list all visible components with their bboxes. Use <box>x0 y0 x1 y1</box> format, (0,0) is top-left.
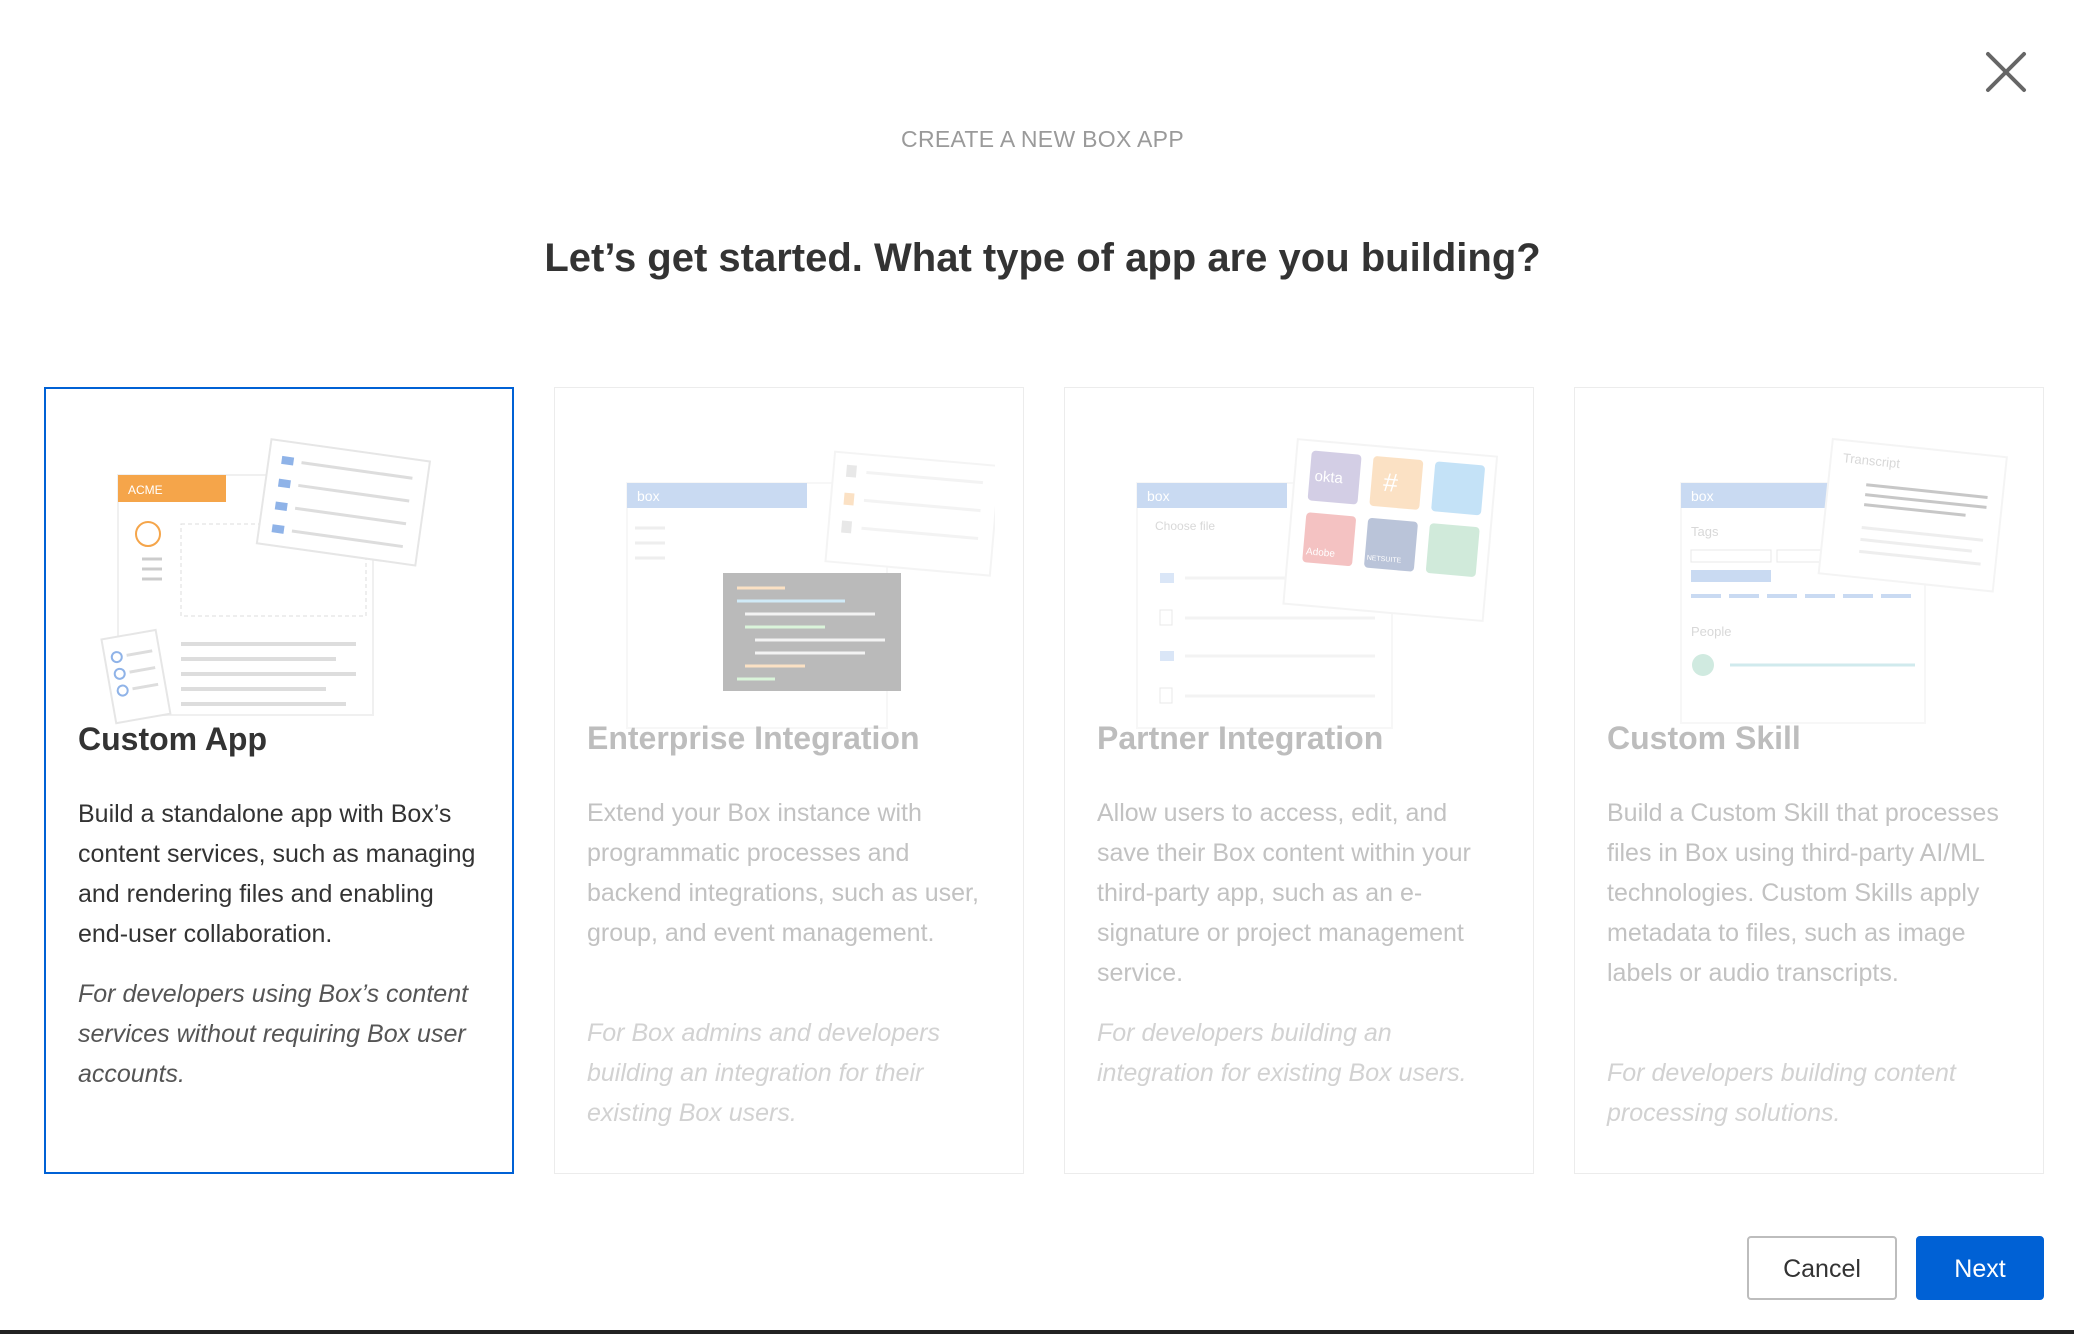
box-logo: box <box>637 488 660 504</box>
card-title: Custom App <box>78 721 268 757</box>
app-type-card-partner-integration[interactable]: box Choose file okta # Adobe NETSUITE Pa… <box>1064 387 1534 1174</box>
app-type-card-enterprise-integration[interactable]: box Enterprise Integration Extend your B… <box>554 387 1024 1174</box>
card-description: Extend your Box instance with programmat… <box>587 799 979 947</box>
page-title: Let’s get started. What type of app are … <box>544 236 1541 280</box>
partner-integration-illustration: box Choose file okta # Adobe NETSUITE <box>1136 438 1499 729</box>
app-type-card-custom-app[interactable]: ACME Custom App Build a standalone app w… <box>44 387 514 1174</box>
next-button[interactable]: Next <box>1916 1236 2044 1300</box>
cancel-button[interactable]: Cancel <box>1747 1236 1897 1300</box>
card-note: For developers building content processi… <box>1607 1059 1956 1127</box>
acme-label: ACME <box>128 483 163 497</box>
box-logo: box <box>1691 488 1714 504</box>
card-note: For Box admins and developers building a… <box>587 1019 940 1127</box>
card-title: Partner Integration <box>1097 720 1384 756</box>
choose-file-label: Choose file <box>1155 519 1215 533</box>
dialog-kicker: CREATE A NEW BOX APP <box>901 126 1184 152</box>
card-note: For developers using Box’s content servi… <box>78 980 469 1088</box>
tags-label: Tags <box>1691 524 1719 539</box>
card-note: For developers building an integration f… <box>1097 1019 1467 1087</box>
box-logo: box <box>1147 488 1170 504</box>
people-label: People <box>1691 624 1731 639</box>
custom-app-illustration: ACME <box>100 438 432 725</box>
window-bottom-edge <box>0 1330 2074 1334</box>
card-description: Allow users to access, edit, and save th… <box>1097 799 1471 987</box>
app-type-card-custom-skill[interactable]: box Tags People Transcript Custom Skill … <box>1574 387 2044 1174</box>
custom-skill-illustration: box Tags People Transcript <box>1680 437 2008 724</box>
enterprise-integration-illustration: box <box>626 450 995 729</box>
card-description: Build a Custom Skill that processes file… <box>1607 799 1999 987</box>
okta-label: okta <box>1314 468 1344 487</box>
close-icon[interactable] <box>1978 44 2034 100</box>
card-title: Custom Skill <box>1607 720 1801 756</box>
card-description: Build a standalone app with Box’s conten… <box>78 800 476 948</box>
card-title: Enterprise Integration <box>587 720 920 756</box>
